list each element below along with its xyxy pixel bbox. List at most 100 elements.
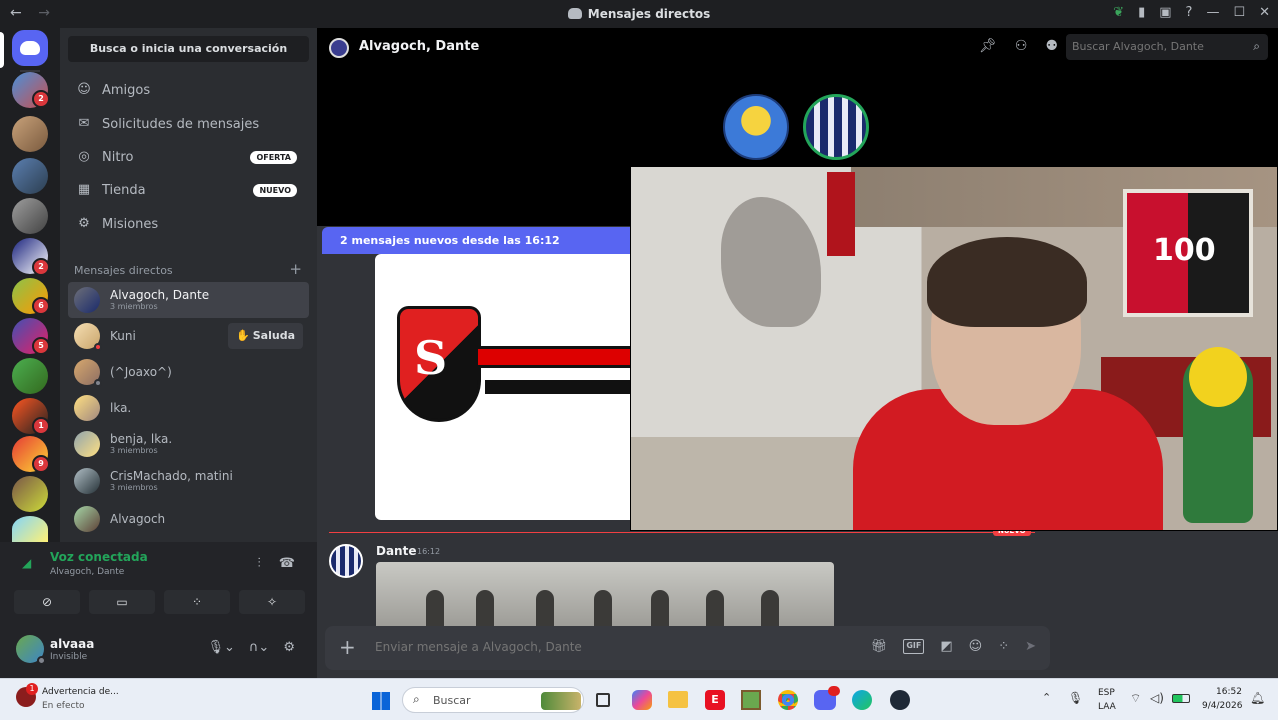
photo-attachment[interactable] — [376, 562, 834, 626]
wifi-icon[interactable]: ⌔ — [1130, 691, 1141, 706]
window-controls: ❦ ▮ ▣ ? — ☐ ✕ — [1113, 5, 1270, 20]
office-icon[interactable]: E — [705, 690, 725, 710]
tray-chevron-icon[interactable]: ⌃ — [1042, 691, 1051, 704]
nav-nitro[interactable]: ◎ Nitro OFERTA — [68, 141, 309, 173]
activities-button[interactable]: ⁘ — [164, 590, 230, 614]
settings-icon[interactable]: ⚙ — [283, 640, 295, 655]
wave-button[interactable]: ✋ Saluda — [228, 323, 303, 349]
dm-item-kuni[interactable]: Kuni ✋ Saluda — [68, 318, 309, 354]
copilot-icon[interactable] — [632, 690, 652, 710]
server-icon[interactable] — [12, 198, 48, 234]
avatar[interactable] — [329, 544, 363, 578]
microphone-tray-icon[interactable]: 🎙︎ — [1068, 691, 1083, 705]
channel-search-input[interactable] — [1066, 34, 1268, 60]
notification-center-icon[interactable]: 🔔︎ — [1250, 691, 1265, 705]
dm-name: Alvagoch — [110, 511, 166, 526]
nav-friends[interactable]: ☺ Amigos — [68, 74, 309, 106]
notification-title: Advertencia de... — [42, 687, 119, 697]
lang-top[interactable]: ESP — [1098, 688, 1115, 698]
noise-suppression-icon[interactable]: ⫶ — [258, 556, 261, 571]
activities-icon: ⁘ — [191, 595, 203, 609]
create-dm-icon[interactable]: + — [289, 262, 302, 277]
dm-item-benja-lka[interactable]: benja, lka. 3 miembros — [68, 426, 309, 462]
member-list-icon[interactable]: ⚉ — [1045, 38, 1058, 54]
sticker-icon[interactable]: ◩ — [940, 639, 952, 654]
minimize-button[interactable]: — — [1206, 5, 1219, 20]
message-author[interactable]: Dante — [376, 544, 416, 558]
edge-icon[interactable] — [852, 690, 872, 710]
server-icon[interactable] — [12, 358, 48, 394]
send-icon[interactable]: ➤ — [1025, 639, 1036, 654]
notification-widget[interactable]: 1 Advertencia de... En efecto — [16, 683, 146, 715]
dm-item-alvagoch-dante[interactable]: Alvagoch, Dante 3 miembros — [68, 282, 309, 318]
image-attachment[interactable]: S — [375, 254, 635, 520]
minecraft-icon[interactable] — [741, 690, 761, 710]
clock-time[interactable]: 16:52 — [1216, 687, 1242, 697]
task-view-icon[interactable] — [596, 693, 610, 707]
headphones-icon[interactable]: ∩⌄ — [249, 640, 269, 655]
participant-avatar[interactable] — [803, 94, 869, 160]
avatar[interactable] — [16, 635, 46, 665]
nav-shop[interactable]: ▦ Tienda NUEVO — [68, 174, 309, 206]
attach-icon[interactable]: + — [339, 635, 356, 659]
file-explorer-icon[interactable] — [668, 691, 688, 708]
dm-header: Mensajes directos + — [74, 262, 302, 278]
channel-name: Alvagoch, Dante — [359, 39, 480, 54]
maximize-button[interactable]: ☐ — [1233, 5, 1245, 20]
lang-bottom[interactable]: LAA — [1098, 702, 1116, 712]
club-crest: S — [397, 306, 481, 422]
close-button[interactable]: ✕ — [1259, 5, 1270, 20]
pin-icon[interactable]: 📌︎ — [979, 38, 997, 54]
new-divider — [329, 532, 1035, 533]
server-icon[interactable] — [12, 476, 48, 512]
chrome-icon[interactable] — [778, 690, 798, 710]
app-icon[interactable] — [890, 690, 910, 710]
dm-name: Kuni — [110, 328, 136, 343]
nav-label: Misiones — [102, 216, 159, 232]
emoji-icon[interactable]: ☺ — [969, 639, 983, 654]
shop-icon: ▦ — [77, 182, 91, 197]
microphone-icon[interactable]: 🎙︎⌄ — [208, 640, 235, 655]
server-badge: 2 — [32, 90, 50, 108]
clock-date[interactable]: 9/4/2026 — [1202, 701, 1242, 711]
taskbar-search[interactable]: ⌕ Buscar — [402, 687, 584, 713]
dm-item-lka[interactable]: lka. — [68, 390, 309, 426]
username[interactable]: alvaaa — [50, 637, 94, 651]
camera-off-button[interactable]: ⊘ — [14, 590, 80, 614]
soundboard-button[interactable]: ✧ — [239, 590, 305, 614]
inbox-icon[interactable]: ▣ — [1159, 5, 1171, 20]
gif-icon[interactable]: GIF — [903, 639, 925, 654]
dm-item-crismachado-matini[interactable]: CrisMachado, matini 3 miembros — [68, 463, 309, 499]
bookmark-icon[interactable]: ▮ — [1138, 5, 1145, 20]
new-badge: NUEVO — [253, 183, 297, 197]
add-friends-icon[interactable]: ⚇ — [1015, 38, 1028, 54]
home-button[interactable] — [12, 30, 48, 66]
screen-share-button[interactable]: ▭ — [89, 590, 155, 614]
webcam-video[interactable]: 100 — [630, 166, 1278, 531]
message-input[interactable] — [375, 640, 775, 654]
gift-icon[interactable]: 🎁︎ — [871, 639, 888, 654]
server-icon[interactable] — [12, 116, 48, 152]
windows-start-icon[interactable] — [372, 692, 390, 710]
status-dot — [94, 343, 102, 351]
signal-icon[interactable]: ◢ — [22, 556, 36, 570]
help-icon[interactable]: ? — [1186, 5, 1193, 20]
battery-icon[interactable] — [1172, 694, 1190, 703]
server-icon[interactable] — [12, 158, 48, 194]
search-conversation-button[interactable]: Busca o inicia una conversación — [68, 36, 309, 62]
voice-channel[interactable]: Alvagoch, Dante — [50, 567, 124, 577]
apps-icon[interactable]: ⁘ — [998, 639, 1009, 654]
dm-item-joaxo[interactable]: (^Joaxo^) — [68, 354, 309, 390]
new-messages-bar[interactable]: 2 mensajes nuevos desde las 16:12 — [322, 227, 642, 254]
volume-icon[interactable]: ◁) — [1150, 691, 1164, 705]
nitro-leaf-icon[interactable]: ❦ — [1113, 5, 1124, 20]
notification-count: 1 — [26, 683, 38, 695]
disconnect-icon[interactable]: ☎ — [279, 556, 295, 571]
nav-quests[interactable]: ⚙ Misiones — [68, 208, 309, 240]
user-panel: alvaaa Invisible 🎙︎⌄ ∩⌄ ⚙ — [0, 622, 317, 678]
participant-avatar[interactable] — [723, 94, 789, 160]
server-icon[interactable] — [12, 516, 48, 542]
quests-icon: ⚙ — [78, 216, 90, 231]
nav-message-requests[interactable]: ✉ Solicitudes de mensajes — [68, 108, 309, 140]
dm-item-alvagoch[interactable]: Alvagoch — [68, 501, 309, 537]
